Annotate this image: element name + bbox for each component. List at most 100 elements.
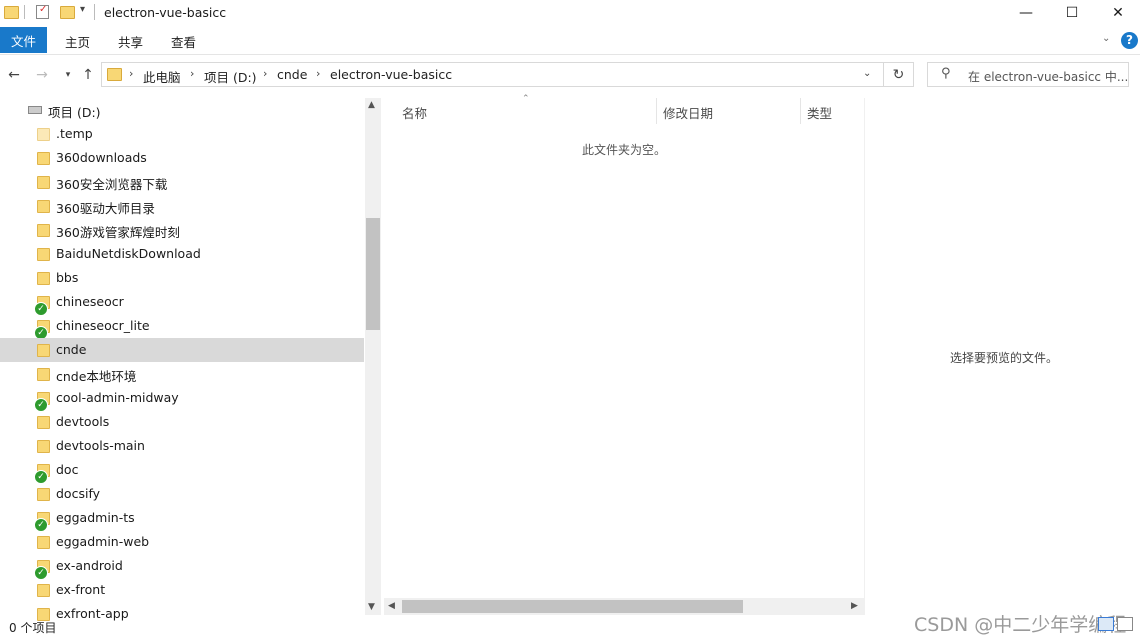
folder-icon bbox=[37, 368, 50, 381]
tree-item[interactable]: 360downloads bbox=[0, 146, 364, 170]
tree-item[interactable]: bbs bbox=[0, 266, 364, 290]
tree-item-label: .temp bbox=[56, 126, 93, 141]
tree-item[interactable]: ✓ chineseocr_lite bbox=[0, 314, 364, 340]
folder-icon bbox=[37, 272, 50, 285]
breadcrumb-drive[interactable]: 项目 (D:) bbox=[204, 67, 257, 86]
tree-item-label: chineseocr_lite bbox=[56, 318, 150, 333]
file-tab[interactable]: 文件 bbox=[0, 27, 47, 53]
tree-item[interactable]: cnde bbox=[0, 338, 364, 362]
chevron-right-icon[interactable]: › bbox=[129, 67, 133, 80]
tab-home[interactable]: 主页 bbox=[65, 32, 90, 51]
tree-item[interactable]: .temp bbox=[0, 122, 364, 146]
chevron-right-icon[interactable]: › bbox=[190, 67, 194, 80]
help-icon[interactable]: ? bbox=[1121, 32, 1138, 49]
tree-item-label: ex-front bbox=[56, 582, 106, 597]
tree-item[interactable]: 360驱动大师目录 bbox=[0, 194, 364, 218]
folder-icon bbox=[4, 6, 19, 19]
folder-icon bbox=[37, 488, 50, 501]
refresh-button[interactable]: ↻ bbox=[884, 62, 914, 87]
folder-icon bbox=[37, 224, 50, 237]
folder-icon bbox=[37, 416, 50, 429]
tree-item-label: eggadmin-web bbox=[56, 534, 150, 549]
column-type[interactable]: 类型 bbox=[807, 103, 832, 122]
folder-icon bbox=[37, 152, 50, 165]
expand-ribbon-icon[interactable]: ⌄ bbox=[1102, 33, 1110, 44]
customize-quick-access-icon[interactable]: ▾ bbox=[80, 4, 85, 15]
chevron-right-icon[interactable]: › bbox=[263, 67, 267, 80]
tree-item[interactable]: ✓ doc bbox=[0, 458, 364, 484]
tree-item[interactable]: BaiduNetdiskDownload bbox=[0, 242, 364, 266]
address-history-icon[interactable]: ⌄ bbox=[863, 68, 871, 79]
tree-item[interactable]: devtools-main bbox=[0, 434, 364, 458]
breadcrumb-cnde[interactable]: cnde bbox=[277, 67, 307, 82]
back-button[interactable]: ← bbox=[4, 64, 24, 86]
tree-item[interactable]: eggadmin-web bbox=[0, 530, 364, 554]
tree-item[interactable]: ✓ eggadmin-ts bbox=[0, 506, 364, 532]
watermark: CSDN @中二少年学编程 bbox=[914, 614, 1127, 636]
forward-button[interactable]: → bbox=[32, 64, 52, 86]
tree-drive-label[interactable]: 项目 (D:) bbox=[48, 102, 101, 121]
column-date-modified[interactable]: 修改日期 bbox=[663, 103, 713, 122]
tree-scrollbar-thumb[interactable] bbox=[366, 218, 380, 330]
tree-item[interactable]: devtools bbox=[0, 410, 364, 434]
properties-icon[interactable]: ✓ bbox=[36, 4, 49, 19]
tree-item-label: cnde本地环境 bbox=[56, 369, 137, 384]
divider bbox=[24, 5, 25, 19]
status-item-count: 0 个项目 bbox=[9, 621, 57, 635]
folder-icon bbox=[37, 200, 50, 213]
scroll-left-icon[interactable]: ◀ bbox=[388, 601, 395, 611]
tree-item-label: devtools bbox=[56, 414, 110, 429]
tree-item[interactable]: docsify bbox=[0, 482, 364, 506]
tree-item-label: doc bbox=[56, 462, 79, 477]
column-divider[interactable] bbox=[656, 98, 657, 124]
details-view-icon[interactable] bbox=[1098, 617, 1114, 631]
tree-item-label: 360downloads bbox=[56, 150, 147, 165]
scroll-up-icon[interactable]: ▲ bbox=[368, 100, 375, 110]
tree-item-label: BaiduNetdiskDownload bbox=[56, 246, 201, 261]
scroll-down-icon[interactable]: ▼ bbox=[368, 602, 375, 612]
folder-icon bbox=[37, 536, 50, 549]
tree-item-label: devtools-main bbox=[56, 438, 145, 453]
close-button[interactable]: ✕ bbox=[1095, 0, 1140, 26]
folder-icon bbox=[37, 584, 50, 597]
scroll-right-icon[interactable]: ▶ bbox=[851, 601, 858, 611]
content-scrollbar-thumb[interactable] bbox=[402, 600, 743, 613]
recent-locations-button[interactable]: ▾ bbox=[58, 64, 78, 86]
pane-divider bbox=[864, 98, 865, 615]
tree-item[interactable]: 360安全浏览器下载 bbox=[0, 170, 364, 194]
tree-item-label: 360游戏管家辉煌时刻 bbox=[56, 225, 180, 240]
tree-item[interactable]: ✓ ex-android bbox=[0, 554, 364, 580]
folder-icon bbox=[37, 176, 50, 189]
tab-view[interactable]: 查看 bbox=[171, 32, 196, 51]
up-button[interactable]: ↑ bbox=[78, 64, 98, 86]
folder-icon bbox=[37, 440, 50, 453]
minimize-button[interactable]: — bbox=[1003, 0, 1049, 26]
new-folder-icon[interactable] bbox=[60, 6, 75, 19]
drive-icon bbox=[28, 106, 42, 114]
window-title: electron-vue-basicc bbox=[104, 5, 227, 20]
chevron-right-icon[interactable]: › bbox=[316, 67, 320, 80]
tree-item-label: cool-admin-midway bbox=[56, 390, 179, 405]
tree-scrollbar[interactable] bbox=[365, 98, 381, 615]
breadcrumb-current[interactable]: electron-vue-basicc bbox=[330, 67, 452, 82]
tab-share[interactable]: 共享 bbox=[118, 32, 143, 51]
tree-item-label: eggadmin-ts bbox=[56, 510, 135, 525]
large-icons-view-icon[interactable] bbox=[1117, 617, 1133, 631]
tree-item[interactable]: ✓ cool-admin-midway bbox=[0, 386, 364, 412]
tree-item[interactable]: cnde本地环境 bbox=[0, 362, 364, 386]
tree-item-label: 360安全浏览器下载 bbox=[56, 177, 168, 192]
empty-folder-message: 此文件夹为空。 bbox=[582, 143, 667, 157]
column-name[interactable]: 名称 bbox=[402, 103, 427, 122]
tree-item[interactable]: ✓ chineseocr bbox=[0, 290, 364, 316]
divider bbox=[94, 4, 95, 20]
tree-item-label: chineseocr bbox=[56, 294, 124, 309]
tree-item[interactable]: ex-front bbox=[0, 578, 364, 602]
search-icon: ⚲ bbox=[941, 66, 951, 81]
folder-icon bbox=[107, 68, 122, 81]
tree-item-label: 360驱动大师目录 bbox=[56, 201, 155, 216]
breadcrumb-this-pc[interactable]: 此电脑 bbox=[143, 67, 181, 86]
maximize-button[interactable]: ☐ bbox=[1049, 0, 1095, 26]
tree-item[interactable]: 360游戏管家辉煌时刻 bbox=[0, 218, 364, 242]
column-divider[interactable] bbox=[800, 98, 801, 124]
tree-item-label: docsify bbox=[56, 486, 101, 501]
